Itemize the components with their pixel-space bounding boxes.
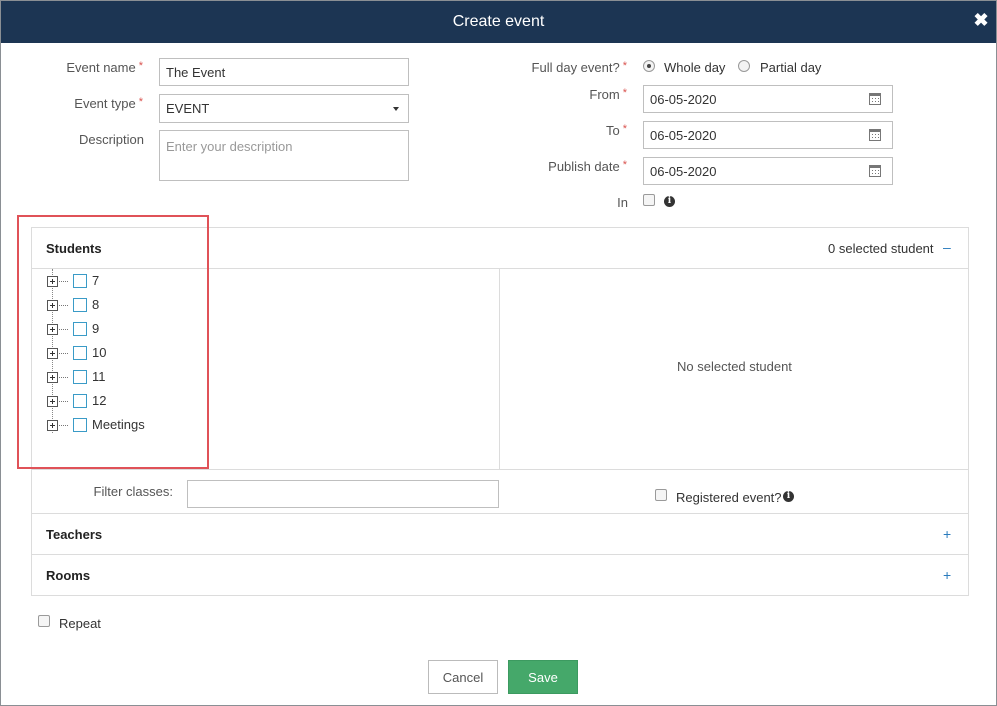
event-type-label: Event type *: [41, 96, 143, 111]
to-date-value: 06-05-2020: [650, 127, 717, 143]
expand-icon[interactable]: +: [943, 567, 951, 583]
collapse-icon[interactable]: –: [943, 239, 951, 255]
filter-classes-label: Filter classes:: [93, 484, 173, 499]
in-checkbox[interactable]: [643, 194, 655, 206]
partial-day-label: Partial day: [760, 60, 822, 75]
to-label: To *: [521, 123, 627, 138]
divider: [499, 269, 500, 469]
close-icon[interactable]: ✖: [972, 11, 990, 29]
whole-day-radio[interactable]: [643, 60, 655, 72]
partial-day-radio[interactable]: [738, 60, 750, 72]
highlight-box: [17, 215, 209, 469]
calendar-icon[interactable]: [869, 93, 881, 105]
description-placeholder: Enter your description: [166, 139, 293, 154]
no-selection-message: No selected student: [677, 359, 792, 374]
selected-count: 0 selected student: [828, 241, 934, 256]
full-day-label-text: Full day event?: [531, 60, 620, 75]
teachers-title: Teachers: [46, 527, 103, 542]
rooms-title: Rooms: [46, 568, 91, 583]
description-textarea[interactable]: Enter your description: [159, 130, 409, 181]
event-type-label-text: Event type: [74, 96, 136, 111]
from-label: From *: [521, 87, 627, 102]
required-marker: *: [622, 159, 627, 171]
from-date-input[interactable]: 06-05-2020: [643, 85, 893, 113]
required-marker: *: [138, 96, 143, 108]
info-icon[interactable]: i: [664, 196, 675, 207]
publish-date-value: 06-05-2020: [650, 163, 717, 179]
event-type-select[interactable]: EVENT: [159, 94, 409, 123]
publish-date-input[interactable]: 06-05-2020: [643, 157, 893, 185]
dialog-title: Create event: [452, 13, 545, 30]
to-label-text: To: [605, 123, 620, 138]
publish-date-label-text: Publish date: [548, 159, 620, 174]
rooms-panel[interactable]: [31, 554, 969, 596]
expand-icon[interactable]: +: [943, 526, 951, 542]
chevron-down-icon: [393, 107, 399, 111]
whole-day-label: Whole day: [664, 60, 726, 75]
info-icon[interactable]: i: [783, 491, 794, 502]
event-name-label: Event name *: [41, 60, 143, 75]
from-date-value: 06-05-2020: [650, 91, 717, 107]
from-label-text: From: [589, 87, 620, 102]
dialog-header: Create event ✖: [1, 1, 996, 43]
teachers-panel[interactable]: [31, 513, 969, 555]
calendar-icon[interactable]: [869, 165, 881, 177]
full-day-label: Full day event? *: [501, 60, 627, 75]
event-name-label-text: Event name: [66, 60, 136, 75]
repeat-checkbox[interactable]: [38, 615, 50, 627]
event-name-input[interactable]: The Event: [159, 58, 409, 86]
divider: [32, 469, 968, 470]
required-marker: *: [622, 123, 627, 135]
event-name-value: The Event: [166, 64, 226, 80]
description-label: Description: [78, 132, 144, 147]
publish-date-label: Publish date *: [521, 159, 627, 174]
create-event-dialog: Create event ✖ Event name * The Event Eve…: [0, 0, 997, 706]
repeat-label: Repeat: [59, 616, 101, 631]
registered-event-checkbox[interactable]: [655, 489, 667, 501]
required-marker: *: [622, 60, 627, 72]
event-type-value: EVENT: [166, 101, 210, 116]
filter-classes-input[interactable]: [187, 480, 499, 508]
calendar-icon[interactable]: [869, 129, 881, 141]
save-button[interactable]: Save: [508, 660, 578, 694]
to-date-input[interactable]: 06-05-2020: [643, 121, 893, 149]
required-marker: *: [138, 60, 143, 72]
registered-event-label: Registered event?: [676, 490, 782, 505]
cancel-button[interactable]: Cancel: [428, 660, 498, 694]
required-marker: *: [622, 87, 627, 99]
in-label: In: [617, 195, 628, 210]
